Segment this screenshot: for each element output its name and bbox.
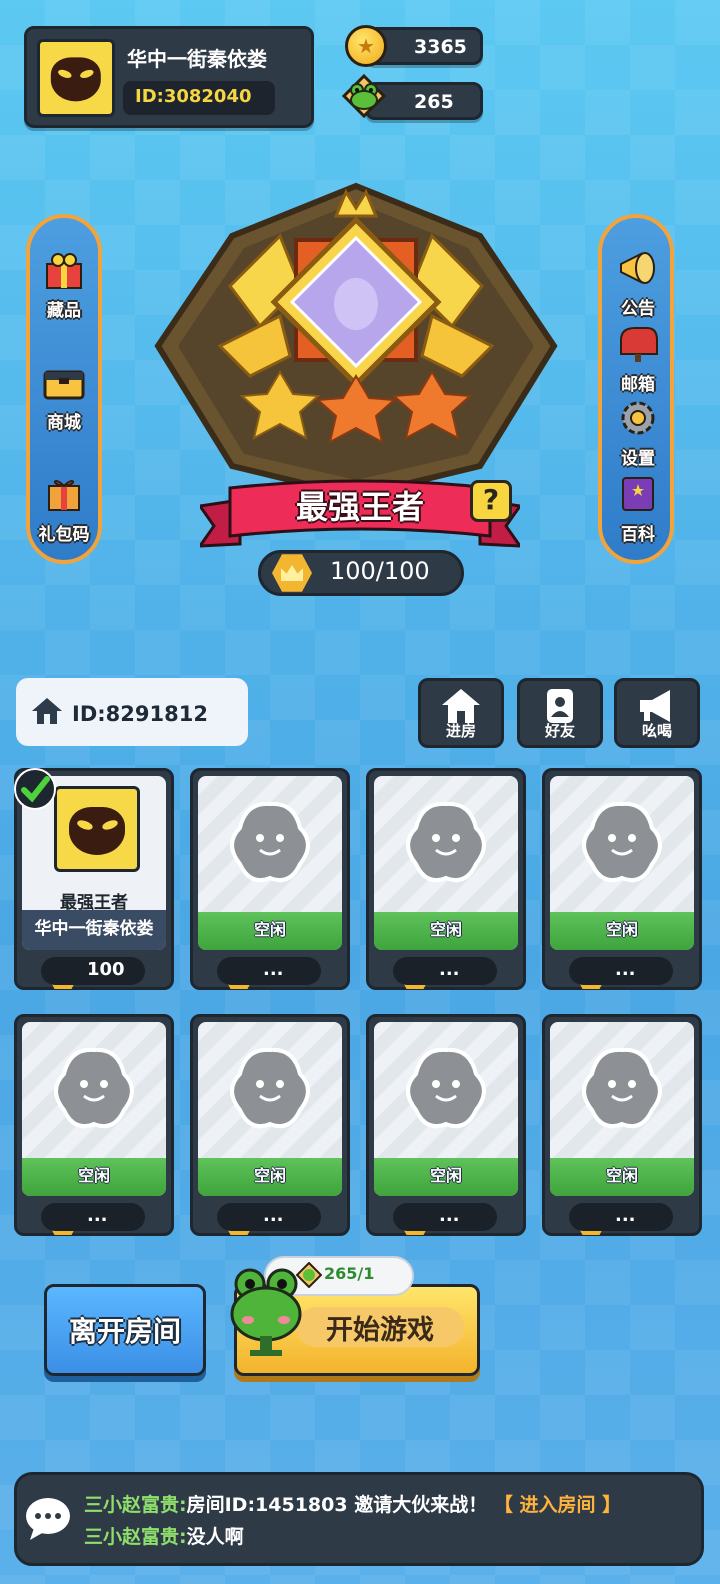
slot-status: 空闲 <box>198 912 342 950</box>
shout-button[interactable]: 吆喝 <box>614 678 700 748</box>
player-slot-5[interactable]: 空闲 ... <box>14 1014 174 1236</box>
rank-badge <box>154 182 558 500</box>
room-id-text: ID:8291812 <box>72 702 208 726</box>
menu-encyclopedia[interactable]: 百科 <box>598 474 678 545</box>
player-slot-name: 华中一街秦依娄 <box>22 910 166 950</box>
placeholder-avatar-icon <box>582 801 662 883</box>
friends-label: 好友 <box>544 722 575 740</box>
menu-collection[interactable]: 藏品 <box>24 250 104 321</box>
slot-status: 空闲 <box>550 1158 694 1196</box>
placeholder-avatar-icon <box>406 801 486 883</box>
leave-room-label: 离开房间 <box>68 1315 181 1348</box>
chat-message-2: 三小赵富贵:没人啊 <box>84 1522 244 1549</box>
chat-user: 三小赵富贵: <box>84 1526 187 1548</box>
player-slot-8[interactable]: 空闲 ... <box>542 1014 702 1236</box>
chat-message-1: 三小赵富贵:房间ID:1451803 邀请大伙来战！ 【 进入房间 】 <box>84 1490 621 1517</box>
player-name: 华中一街秦依娄 <box>127 47 267 71</box>
gift-box-icon <box>46 253 82 289</box>
enter-room-label: 进房 <box>445 722 476 740</box>
placeholder-avatar-icon <box>406 1047 486 1129</box>
slot-score: ... <box>217 1203 321 1231</box>
rank-score-value: 100/100 <box>330 557 430 585</box>
player-slot-4[interactable]: 空闲 ... <box>542 768 702 990</box>
menu-settings-label: 设置 <box>621 449 655 469</box>
start-cost: 265/1 <box>324 1264 375 1283</box>
slot-score: 100 <box>41 957 145 985</box>
slot-score: ... <box>393 957 497 985</box>
slot-status: 空闲 <box>374 1158 518 1196</box>
slot-score: ... <box>569 1203 673 1231</box>
slot-status: 空闲 <box>550 912 694 950</box>
player-slot-3[interactable]: 空闲 ... <box>366 768 526 990</box>
leaf-value: 265 <box>414 91 454 113</box>
menu-gift-code[interactable]: 礼包码 <box>24 474 104 545</box>
frog-mascot-icon <box>230 1268 302 1356</box>
menu-shop-label: 商城 <box>47 413 81 433</box>
player-id: ID:3082040 <box>123 81 275 115</box>
book-icon <box>622 477 654 511</box>
briefcase-icon <box>43 370 85 400</box>
chat-text: 没人啊 <box>186 1526 244 1548</box>
coin-icon: ★ <box>345 25 387 67</box>
slot-status: 空闲 <box>198 1158 342 1196</box>
slot-score: ... <box>217 957 321 985</box>
rank-help-button[interactable]: ? <box>470 480 512 522</box>
megaphone-icon <box>620 252 655 284</box>
slot-status: 空闲 <box>22 1158 166 1196</box>
chat-bubble-icon[interactable] <box>22 1494 74 1542</box>
home-icon <box>32 698 62 724</box>
slot-score: ... <box>41 1203 145 1231</box>
start-game-label: 开始游戏 <box>326 1315 434 1346</box>
shout-label: 吆喝 <box>641 722 672 740</box>
profile-card[interactable]: 华中一街秦依娄 ID:3082040 <box>24 26 314 128</box>
avatar[interactable] <box>37 39 115 117</box>
menu-mailbox-label: 邮箱 <box>621 375 655 395</box>
menu-announcement[interactable]: 公告 <box>598 248 678 319</box>
enter-room-button[interactable]: 进房 <box>418 678 504 748</box>
menu-mailbox[interactable]: 邮箱 <box>598 324 678 395</box>
coin-value: 3365 <box>414 36 467 58</box>
menu-shop[interactable]: 商城 <box>24 362 104 433</box>
frog-icon <box>341 73 387 119</box>
mailbox-icon <box>620 327 658 362</box>
slot-score: ... <box>569 957 673 985</box>
menu-announcement-label: 公告 <box>621 299 655 319</box>
placeholder-avatar-icon <box>54 1047 134 1129</box>
menu-settings[interactable]: 设置 <box>598 398 678 469</box>
gift-pack-icon <box>48 480 80 511</box>
menu-encyclopedia-label: 百科 <box>621 525 655 545</box>
placeholder-avatar-icon <box>230 801 310 883</box>
placeholder-avatar-icon <box>582 1047 662 1129</box>
slot-status: 空闲 <box>374 912 518 950</box>
menu-gift-code-label: 礼包码 <box>38 525 90 545</box>
check-icon <box>14 768 56 810</box>
chat-text: 房间ID:1451803 邀请大伙来战！ <box>186 1494 488 1516</box>
player-slot-7[interactable]: 空闲 ... <box>366 1014 526 1236</box>
friends-button[interactable]: 好友 <box>517 678 603 748</box>
menu-collection-label: 藏品 <box>47 301 81 321</box>
rank-title: 最强王者 <box>295 488 424 526</box>
player-avatar <box>54 786 140 872</box>
placeholder-avatar-icon <box>230 1047 310 1129</box>
player-slot-2[interactable]: 空闲 ... <box>190 768 350 990</box>
player-slot-6[interactable]: 空闲 ... <box>190 1014 350 1236</box>
slot-score: ... <box>393 1203 497 1231</box>
chat-user: 三小赵富贵: <box>84 1494 187 1516</box>
chat-panel[interactable] <box>14 1472 704 1566</box>
join-room-link[interactable]: 【 进入房间 】 <box>494 1494 621 1516</box>
gear-icon <box>621 401 655 435</box>
